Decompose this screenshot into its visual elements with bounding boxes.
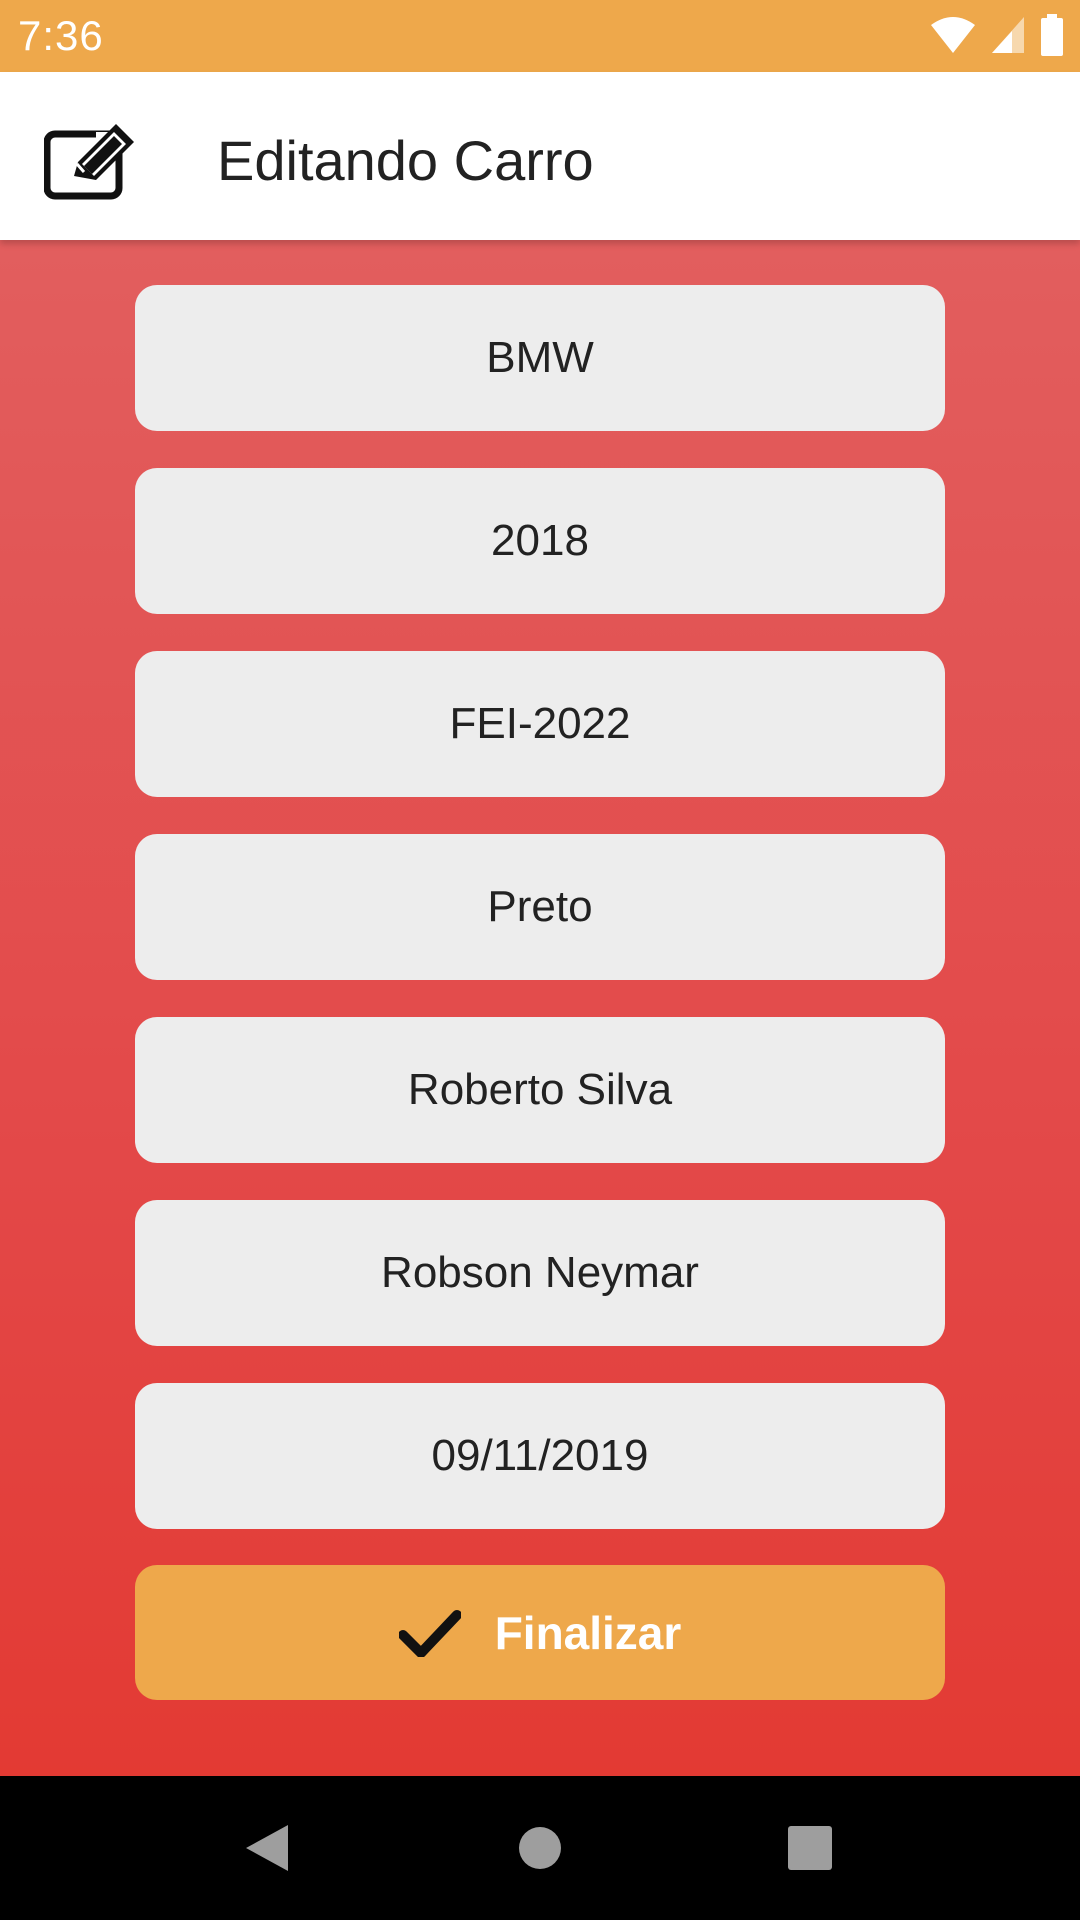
wifi-icon: [931, 17, 975, 53]
brand-field[interactable]: BMW: [135, 285, 945, 431]
home-icon: [519, 1827, 561, 1869]
status-icons: [930, 14, 1064, 56]
finish-button[interactable]: Finalizar: [135, 1565, 945, 1700]
home-button[interactable]: [480, 1776, 600, 1920]
year-field[interactable]: 2018: [135, 468, 945, 614]
status-time: 7:36: [18, 12, 104, 59]
cellular-signal-icon: [992, 17, 1024, 53]
color-field[interactable]: Preto: [135, 834, 945, 980]
content-area: BMW 2018 FEI-2022 Preto Roberto Silva Ro…: [0, 240, 1080, 1776]
navigation-bar: [0, 1776, 1080, 1920]
back-icon: [246, 1825, 288, 1871]
back-button[interactable]: [207, 1776, 327, 1920]
status-bar: 7:36: [0, 0, 1080, 72]
page-title: Editando Carro: [217, 129, 594, 192]
owner-field[interactable]: Roberto Silva: [135, 1017, 945, 1163]
finish-button-label: Finalizar: [494, 1606, 682, 1659]
check-icon: [398, 1609, 461, 1657]
driver-field[interactable]: Robson Neymar: [135, 1200, 945, 1346]
edit-icon: [44, 124, 134, 200]
recents-button[interactable]: [750, 1776, 870, 1920]
date-field[interactable]: 09/11/2019: [135, 1383, 945, 1529]
battery-icon: [1041, 14, 1063, 56]
recents-icon: [788, 1826, 832, 1870]
app-bar: Editando Carro: [0, 72, 1080, 240]
plate-field[interactable]: FEI-2022: [135, 651, 945, 797]
